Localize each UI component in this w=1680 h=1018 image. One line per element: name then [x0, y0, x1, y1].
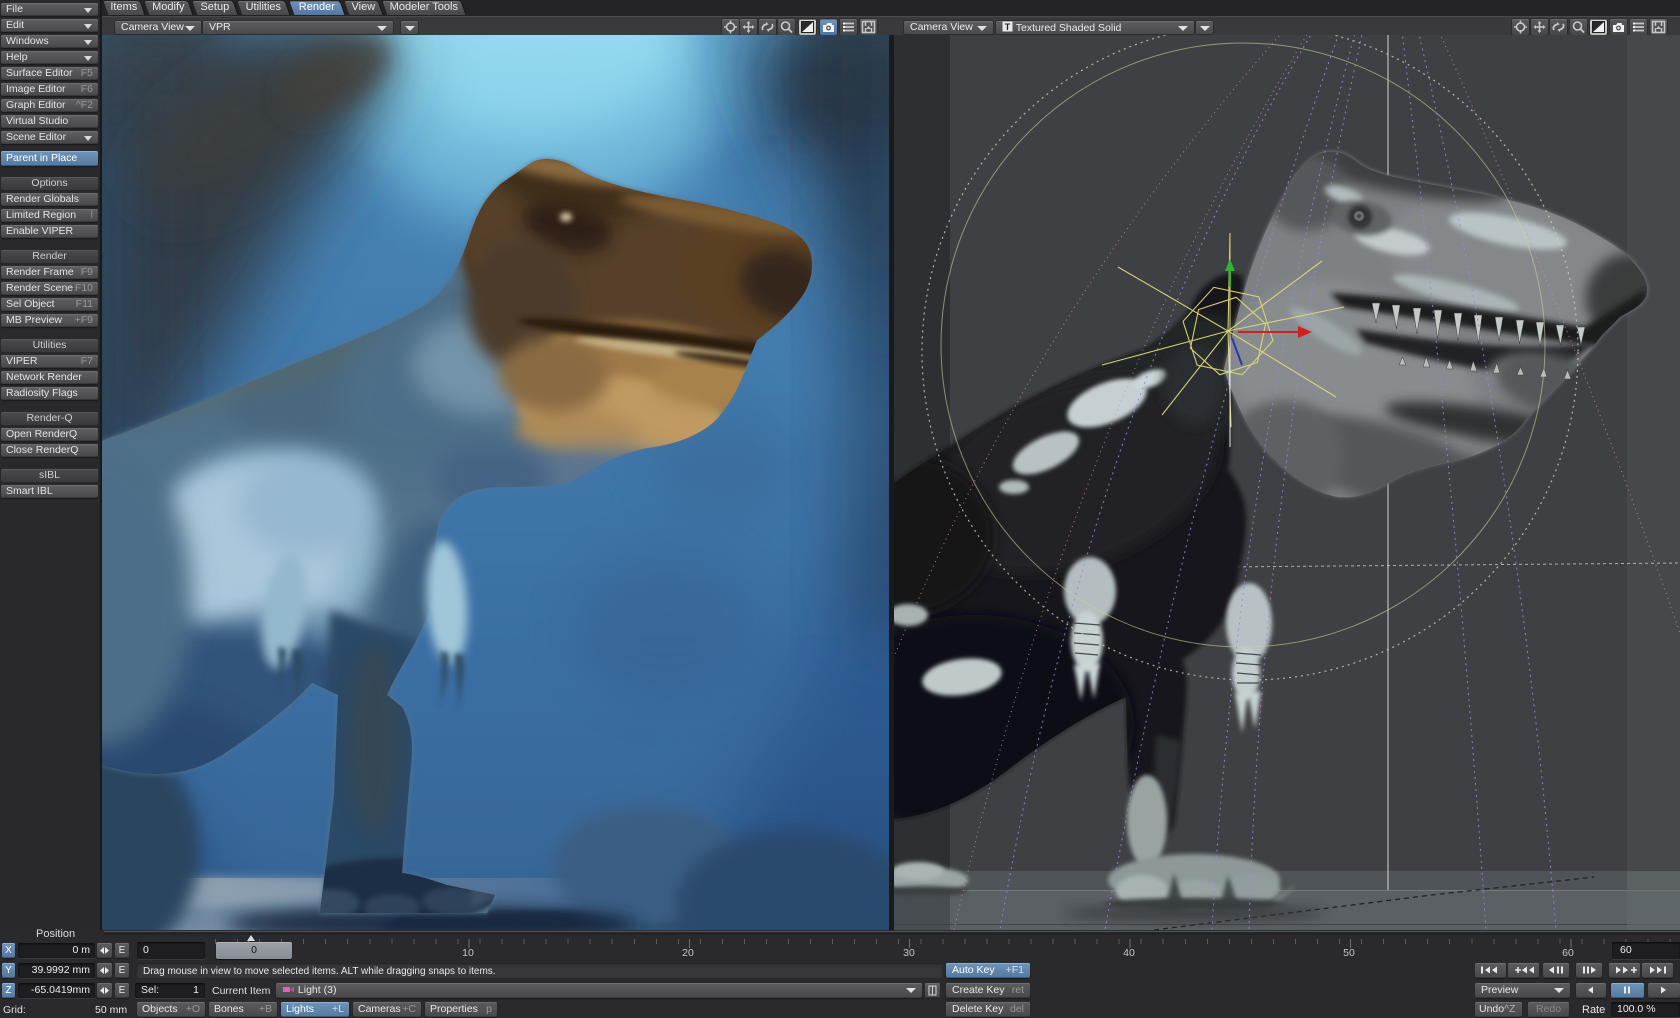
svg-text:T: T [1005, 22, 1011, 32]
